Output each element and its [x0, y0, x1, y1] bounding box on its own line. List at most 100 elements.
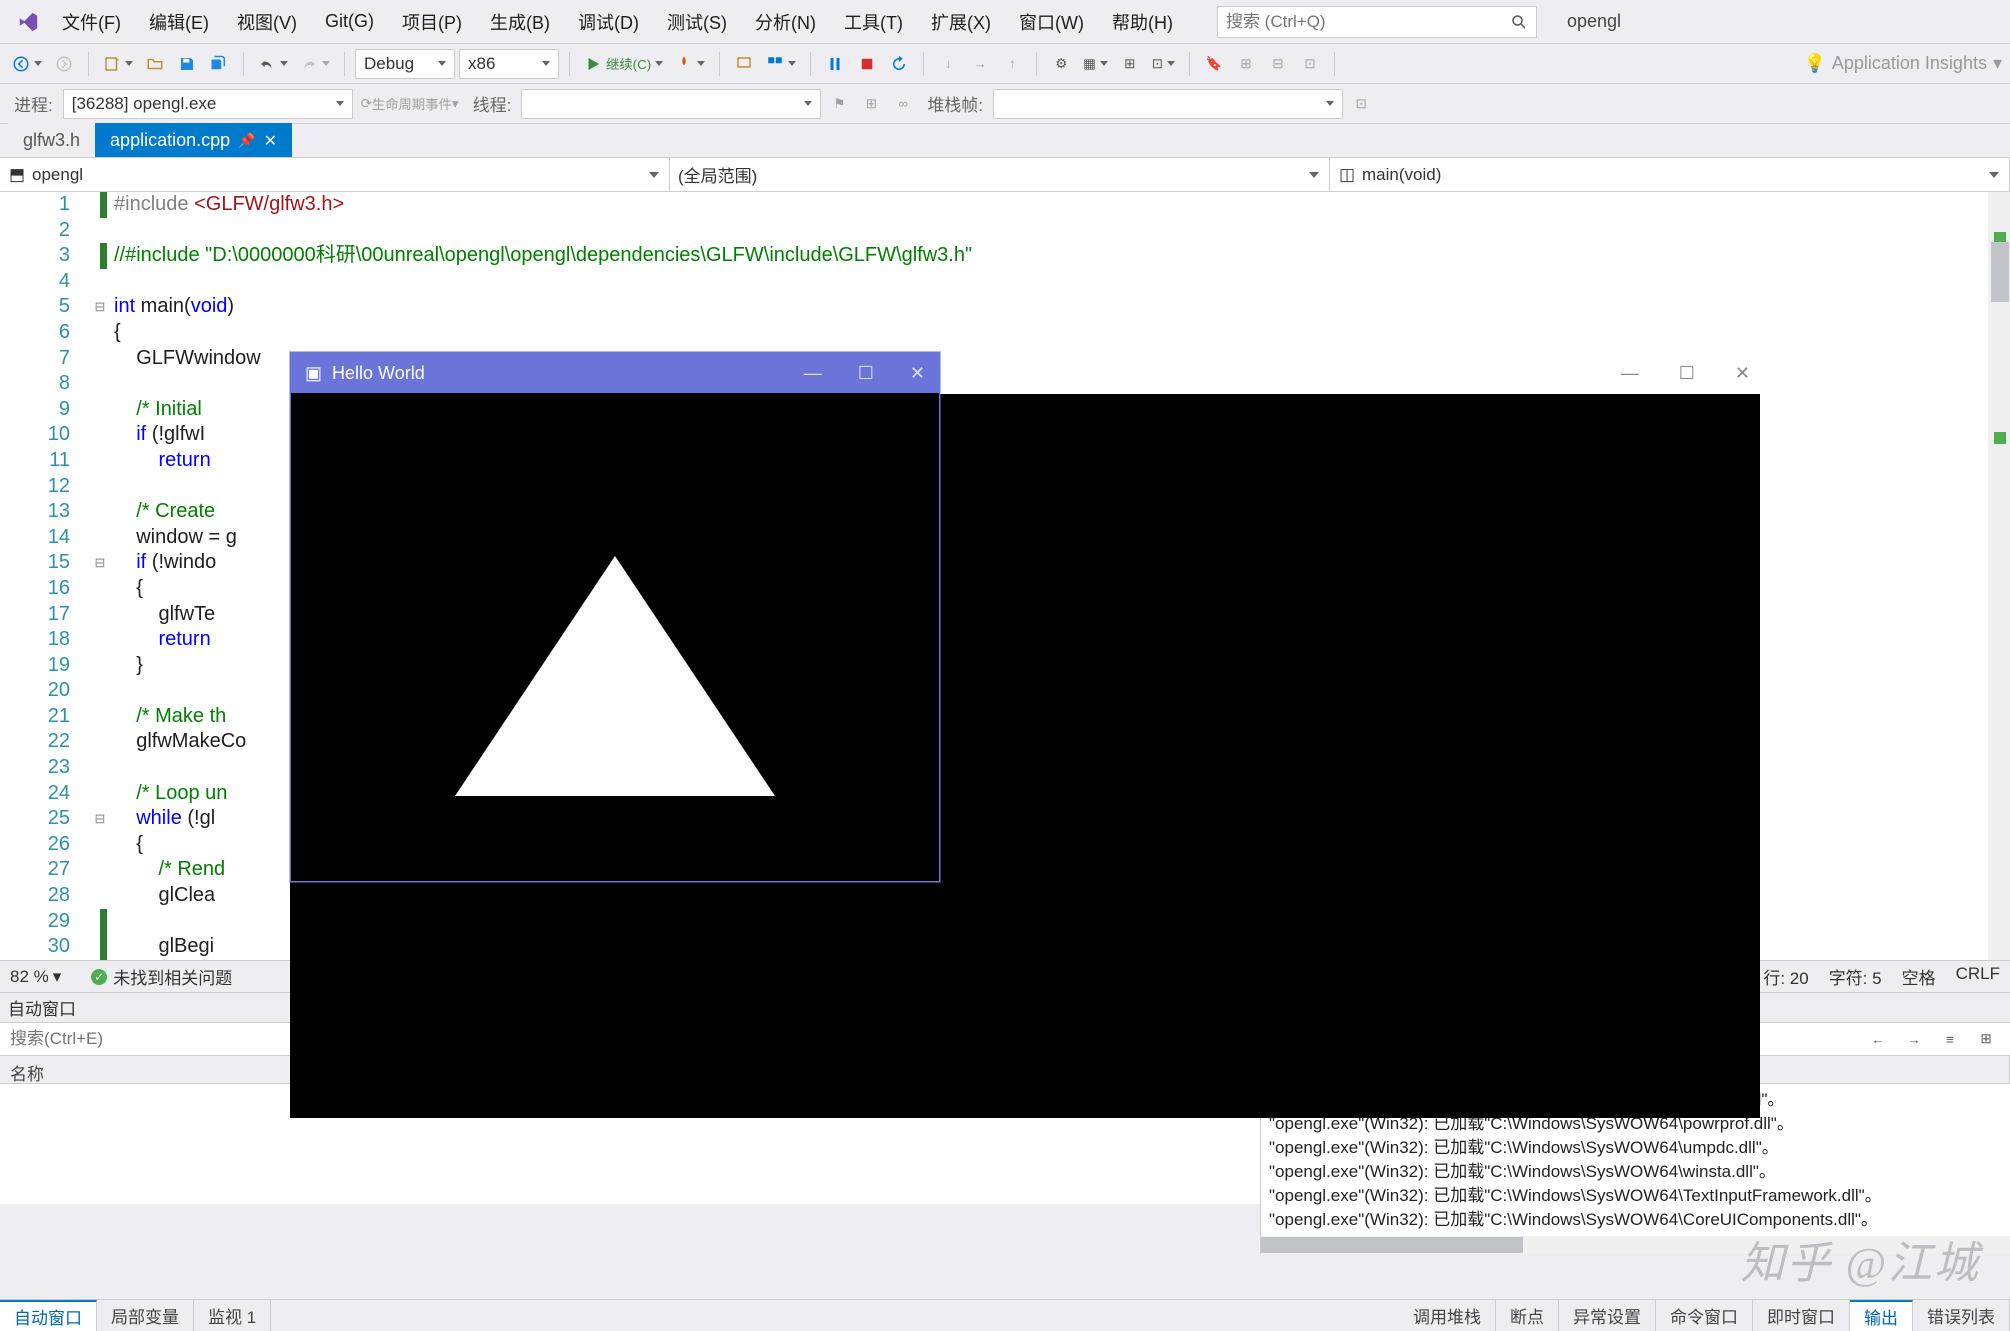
output-line: "opengl.exe"(Win32): 已加载"C:\Windows\SysW…	[1269, 1136, 2002, 1160]
fold-gutter[interactable]: ⊟⊟⊟	[90, 192, 110, 960]
search-icon[interactable]	[1506, 9, 1532, 35]
line-ending[interactable]: CRLF	[1956, 964, 2000, 989]
toolbar-icon-5[interactable]: ⊞	[1232, 50, 1260, 78]
thread-dropdown[interactable]	[521, 89, 821, 119]
nav-back-button[interactable]	[8, 50, 46, 78]
zoom-dropdown[interactable]: 82 % ▾	[10, 967, 61, 987]
search-depth-icon[interactable]: ≡	[1936, 1025, 1964, 1053]
threads-icon[interactable]: ⊞	[857, 90, 885, 118]
stack-icon[interactable]: ⊡	[1347, 90, 1375, 118]
menu-item[interactable]: Git(G)	[311, 0, 388, 44]
bottom-tab[interactable]: 错误列表	[1913, 1300, 2010, 1331]
save-button[interactable]	[173, 50, 201, 78]
menu-item[interactable]: 项目(P)	[388, 0, 476, 44]
pause-button[interactable]	[821, 50, 849, 78]
close-icon[interactable]: ✕	[910, 363, 925, 384]
hscroll-thumb[interactable]	[1261, 1237, 1523, 1253]
glfw-title: Hello World	[332, 363, 425, 384]
nav-forward-button[interactable]	[50, 50, 78, 78]
platform-dropdown[interactable]: x86	[459, 49, 559, 79]
menu-item[interactable]: 生成(B)	[476, 0, 564, 44]
error-indicator[interactable]: ✓未找到相关问题	[91, 964, 232, 989]
bottom-tab[interactable]: 输出	[1850, 1300, 1913, 1331]
cursor-col: 字符: 5	[1829, 964, 1882, 989]
process-dropdown[interactable]: [36288] opengl.exe	[63, 89, 353, 119]
continue-button[interactable]: 继续(C)	[580, 50, 667, 78]
scope-project-dropdown[interactable]: ⬒opengl	[0, 158, 670, 191]
menu-item[interactable]: 视图(V)	[223, 0, 311, 44]
new-item-button[interactable]	[99, 50, 137, 78]
pin-icon[interactable]: 📌	[238, 132, 255, 149]
step-out-icon[interactable]: ↑	[998, 50, 1026, 78]
scope-global-dropdown[interactable]: (全局范围)	[670, 158, 1330, 191]
menu-item[interactable]: 编辑(E)	[135, 0, 223, 44]
menu-item[interactable]: 工具(T)	[830, 0, 917, 44]
close-tab-icon[interactable]: ✕	[264, 131, 277, 151]
step-over-icon[interactable]: ↓	[934, 50, 962, 78]
stackframe-label: 堆栈帧:	[921, 91, 989, 116]
windows-button[interactable]	[762, 50, 800, 78]
glfw-titlebar: ▣ Hello World — ☐ ✕	[291, 353, 939, 393]
bottom-tab[interactable]: 局部变量	[97, 1300, 194, 1331]
menu-item[interactable]: 窗口(W)	[1005, 0, 1098, 44]
toolbar-icon-3[interactable]: ⊞	[1116, 50, 1144, 78]
minimize-icon[interactable]: —	[1621, 363, 1639, 384]
search-next-icon[interactable]: →	[1900, 1025, 1928, 1053]
scope-function-dropdown[interactable]: ◫main(void)	[1330, 158, 2010, 191]
open-file-button[interactable]	[141, 50, 169, 78]
bottom-tab[interactable]: 异常设置	[1559, 1300, 1656, 1331]
menu-item[interactable]: 帮助(H)	[1098, 0, 1187, 44]
toolbar-icon-7[interactable]: ⊡	[1296, 50, 1324, 78]
bottom-tab[interactable]: 即时窗口	[1753, 1300, 1850, 1331]
toolbar-icon-4[interactable]: ⊡	[1148, 50, 1179, 78]
search-tree-icon[interactable]: ⊞	[1972, 1025, 2000, 1053]
stackframe-dropdown[interactable]	[993, 89, 1343, 119]
menu-item[interactable]: 文件(F)	[48, 0, 135, 44]
save-all-button[interactable]	[205, 50, 233, 78]
undo-button[interactable]	[254, 50, 292, 78]
bottom-tab[interactable]: 调用堆栈	[1399, 1300, 1496, 1331]
menu-item[interactable]: 测试(S)	[653, 0, 741, 44]
search-prev-icon[interactable]: ←	[1864, 1025, 1892, 1053]
bottom-tab[interactable]: 监视 1	[194, 1300, 271, 1331]
redo-button[interactable]	[296, 50, 334, 78]
tab-glfw3h[interactable]: glfw3.h	[8, 123, 95, 157]
indent-mode[interactable]: 空格	[1902, 964, 1936, 989]
quick-search-input[interactable]	[1226, 12, 1528, 32]
navigation-bar: ⬒opengl (全局范围) ◫main(void)	[0, 158, 2010, 192]
tab-applicationcpp[interactable]: application.cpp 📌 ✕	[95, 123, 292, 157]
quick-search-box[interactable]	[1217, 6, 1537, 38]
standard-toolbar: Debug x86 继续(C) ↓ → ↑ ⚙ ▦ ⊞ ⊡ 🔖 ⊞ ⊟ ⊡ 💡 …	[0, 44, 2010, 84]
bottom-tab[interactable]: 命令窗口	[1656, 1300, 1753, 1331]
maximize-icon[interactable]: ☐	[858, 363, 874, 384]
restart-button[interactable]	[885, 50, 913, 78]
hot-reload-button[interactable]	[671, 50, 709, 78]
menu-item[interactable]: 分析(N)	[741, 0, 830, 44]
glfw-window[interactable]: ▣ Hello World — ☐ ✕	[290, 352, 940, 882]
app-insights-link[interactable]: 💡 Application Insights ▾	[1803, 53, 2002, 74]
maximize-icon[interactable]: ☐	[1679, 363, 1695, 384]
menu-item[interactable]: 调试(D)	[564, 0, 653, 44]
menu-item[interactable]: 扩展(X)	[917, 0, 1005, 44]
editor-scrollbar[interactable]	[1988, 192, 2010, 960]
stop-button[interactable]	[853, 50, 881, 78]
minimize-icon[interactable]: —	[804, 363, 822, 384]
step-into-button[interactable]	[730, 50, 758, 78]
bottom-tab[interactable]: 断点	[1496, 1300, 1559, 1331]
lifecycle-button[interactable]: ⟳ 生命周期事件 ▾	[357, 90, 463, 118]
link-icon[interactable]: ∞	[889, 90, 917, 118]
bottom-tab[interactable]: 自动窗口	[0, 1300, 97, 1331]
scrollbar-thumb[interactable]	[1991, 242, 2009, 302]
vs-logo-icon	[8, 0, 48, 44]
step-into-icon[interactable]: →	[966, 50, 994, 78]
flag-icon[interactable]: ⚑	[825, 90, 853, 118]
toolbar-icon-1[interactable]: ⚙	[1047, 50, 1075, 78]
bottom-tab-strip: 自动窗口局部变量监视 1 调用堆栈断点异常设置命令窗口即时窗口输出错误列表	[0, 1299, 2010, 1331]
function-icon: ◫	[1338, 166, 1356, 184]
config-dropdown[interactable]: Debug	[355, 49, 455, 79]
toolbar-icon-6[interactable]: ⊟	[1264, 50, 1292, 78]
toolbar-icon-2[interactable]: ▦	[1079, 50, 1112, 78]
output-hscrollbar[interactable]	[1261, 1236, 2010, 1254]
close-icon[interactable]: ✕	[1735, 363, 1750, 384]
bookmark-icon[interactable]: 🔖	[1200, 50, 1228, 78]
